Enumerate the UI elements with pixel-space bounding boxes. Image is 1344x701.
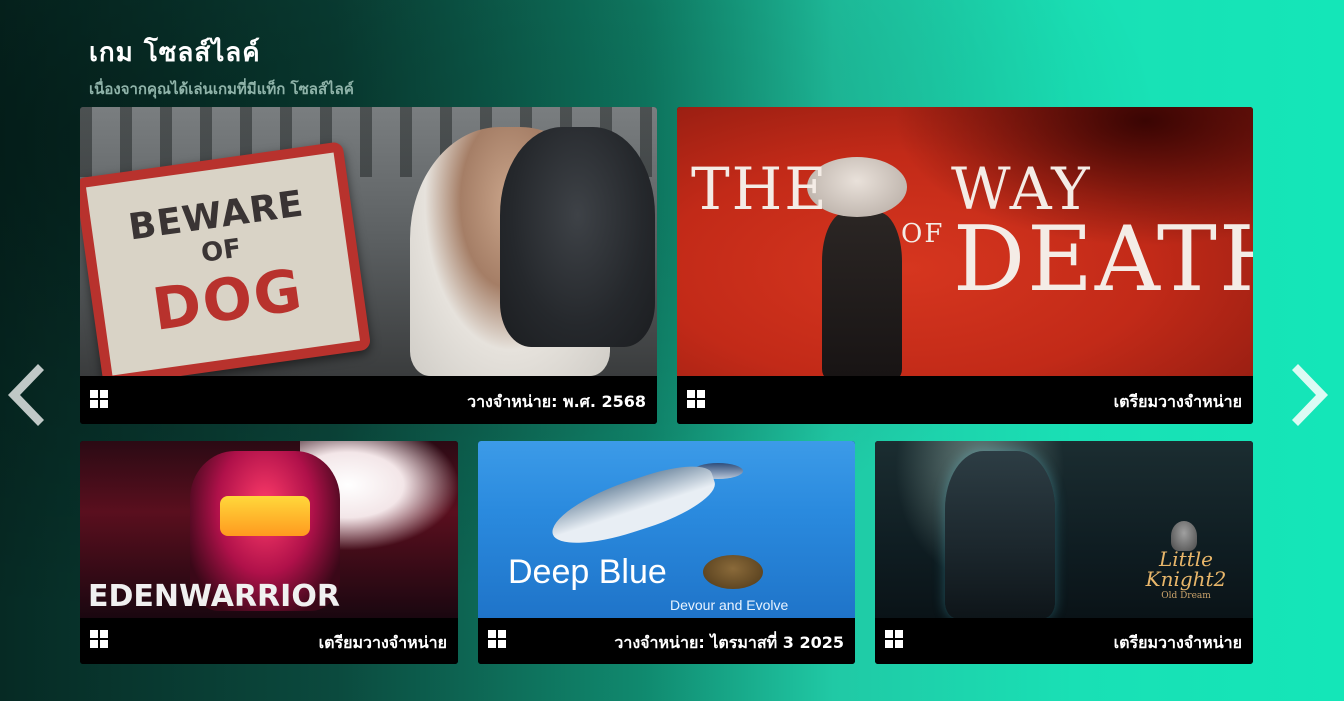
- art-knight: [945, 451, 1055, 618]
- game-capsule-image: THE WAY OF DEATH: [677, 107, 1253, 376]
- release-date: เตรียมวางจำหน่าย: [1113, 392, 1242, 411]
- game-card-the-way-of-death[interactable]: THE WAY OF DEATH เตรียมวางจำหน่าย: [677, 107, 1253, 424]
- art-shark: [544, 455, 722, 557]
- windows-icon: [488, 630, 506, 648]
- card-footer: เตรียมวางจำหน่าย: [875, 618, 1253, 664]
- card-footer: เตรียมวางจำหน่าย: [80, 618, 458, 664]
- art-logo-text: OF: [901, 219, 945, 249]
- release-date: เตรียมวางจำหน่าย: [1113, 633, 1242, 652]
- game-capsule-image: Little Knight2 Old Dream: [875, 441, 1253, 618]
- chevron-right-icon: [1292, 364, 1328, 426]
- card-footer: วางจำหน่าย: ไตรมาสที่ 3 2025: [478, 618, 855, 664]
- windows-icon: [687, 390, 705, 408]
- art-logo-subtitle: Old Dream: [1161, 591, 1211, 601]
- windows-icon: [885, 630, 903, 648]
- windows-icon: [90, 630, 108, 648]
- game-card-deep-blue[interactable]: Deep Blue Devour and Evolve วางจำหน่าย: …: [478, 441, 855, 664]
- art-logo-text: DEATH: [953, 207, 1253, 312]
- game-capsule-image: BEWARE OF DOG: [80, 107, 657, 376]
- art-logo-text: Deep Blue: [508, 553, 667, 591]
- carousel-next-button[interactable]: [1292, 364, 1328, 426]
- game-capsule-image: Deep Blue Devour and Evolve: [478, 441, 855, 618]
- art-sign: BEWARE OF DOG: [80, 141, 372, 376]
- section-title: เกม โซลส์ไลค์: [89, 38, 261, 68]
- windows-icon: [90, 390, 108, 408]
- art-logo-text: Little: [1159, 547, 1213, 571]
- art-logo-text: THE: [691, 155, 829, 223]
- release-date: วางจำหน่าย: ไตรมาสที่ 3 2025: [614, 633, 844, 652]
- chevron-left-icon: [8, 364, 44, 426]
- section-subtitle: เนื่องจากคุณได้เล่นเกมที่มีแท็ก โซลส์ไลค…: [89, 80, 354, 98]
- game-card-eden-warrior[interactable]: EDENWARRIOR เตรียมวางจำหน่าย: [80, 441, 458, 664]
- art-logo-subtitle: Devour and Evolve: [670, 597, 789, 613]
- art-turtle: [703, 555, 763, 589]
- art-samurai: [822, 212, 902, 376]
- art-visor: [220, 496, 310, 536]
- art-logo: Little Knight2 Old Dream: [1141, 549, 1231, 601]
- art-logo-text: DOG: [148, 254, 308, 344]
- card-footer: วางจำหน่าย: พ.ศ. 2568: [80, 376, 657, 424]
- card-footer: เตรียมวางจำหน่าย: [677, 376, 1253, 424]
- art-wolf: [500, 127, 655, 347]
- game-card-beware-of-dog[interactable]: BEWARE OF DOG วางจำหน่าย: พ.ศ. 2568: [80, 107, 657, 424]
- section-header: เกม โซลส์ไลค์ เนื่องจากคุณได้เล่นเกมที่ม…: [89, 32, 354, 101]
- art-logo-text: EDENWARRIOR: [88, 579, 340, 614]
- game-capsule-image: EDENWARRIOR: [80, 441, 458, 618]
- carousel-prev-button[interactable]: [8, 364, 44, 426]
- game-card-little-knight-2[interactable]: Little Knight2 Old Dream เตรียมวางจำหน่า…: [875, 441, 1253, 664]
- release-date: วางจำหน่าย: พ.ศ. 2568: [467, 392, 646, 411]
- art-logo-text: Knight2: [1145, 567, 1227, 591]
- release-date: เตรียมวางจำหน่าย: [318, 633, 447, 652]
